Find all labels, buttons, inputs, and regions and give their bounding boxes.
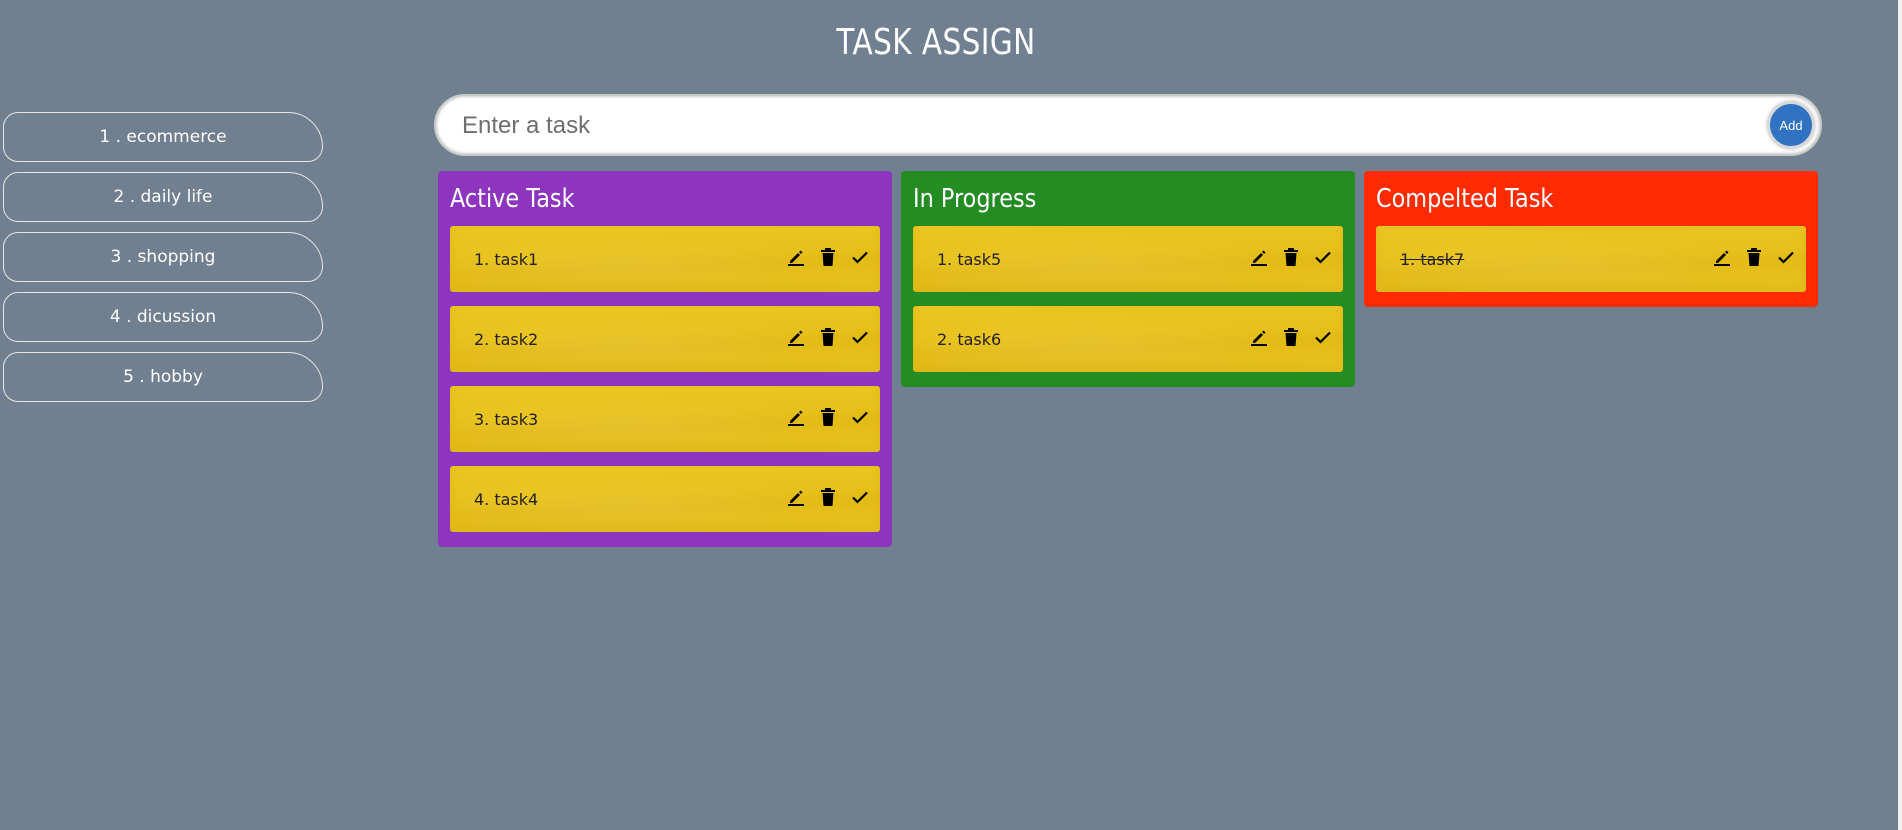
- task-label: 3. task3: [474, 410, 539, 429]
- trash-icon[interactable]: [816, 405, 840, 429]
- sidebar-item-label: 4 . dicussion: [109, 307, 217, 327]
- trash-icon[interactable]: [816, 245, 840, 269]
- task-label: 2. task2: [474, 330, 539, 349]
- page-title: TASK ASSIGN: [836, 22, 1036, 63]
- task-input[interactable]: [460, 106, 1724, 146]
- window-scrollbar[interactable]: [1898, 0, 1902, 830]
- check-icon[interactable]: [848, 325, 872, 349]
- edit-icon[interactable]: [784, 325, 808, 349]
- sidebar-item-label: 1 . ecommerce: [99, 127, 227, 147]
- task-actions: [784, 245, 872, 269]
- trash-icon[interactable]: [816, 325, 840, 349]
- edit-icon[interactable]: [1247, 245, 1271, 269]
- check-icon[interactable]: [1311, 325, 1335, 349]
- edit-icon[interactable]: [1710, 245, 1734, 269]
- sidebar: 1 . ecommerce 2 . daily life 3 . shoppin…: [3, 112, 323, 412]
- task-card: 2. task2: [450, 306, 880, 372]
- task-label: 2. task6: [937, 330, 1002, 349]
- task-actions: [1710, 245, 1798, 269]
- edit-icon[interactable]: [1247, 325, 1271, 349]
- column-completed-task: Compelted Task 1. task7: [1364, 171, 1818, 307]
- check-icon[interactable]: [848, 245, 872, 269]
- check-icon[interactable]: [848, 405, 872, 429]
- trash-icon[interactable]: [816, 485, 840, 509]
- sidebar-item-label: 5 . hobby: [123, 367, 203, 387]
- sidebar-item-label: 2 . daily life: [113, 187, 213, 207]
- task-label: 1. task7: [1400, 250, 1465, 269]
- task-card: 1. task1: [450, 226, 880, 292]
- trash-icon[interactable]: [1279, 245, 1303, 269]
- task-label: 4. task4: [474, 490, 539, 509]
- sidebar-item-dicussion[interactable]: 4 . dicussion: [3, 292, 323, 342]
- sidebar-item-shopping[interactable]: 3 . shopping: [3, 232, 323, 282]
- edit-icon[interactable]: [784, 485, 808, 509]
- sidebar-item-label: 3 . shopping: [110, 247, 216, 267]
- task-card: 1. task7: [1376, 226, 1806, 292]
- task-card: 3. task3: [450, 386, 880, 452]
- task-label: 1. task5: [937, 250, 1002, 269]
- column-title: In Progress: [913, 184, 1037, 214]
- column-title: Compelted Task: [1376, 184, 1554, 214]
- check-icon[interactable]: [848, 485, 872, 509]
- task-input-bar: Add: [434, 94, 1822, 156]
- task-actions: [784, 405, 872, 429]
- column-in-progress: In Progress 1. task5 2. task6: [901, 171, 1355, 387]
- check-icon[interactable]: [1774, 245, 1798, 269]
- task-actions: [1247, 325, 1335, 349]
- task-label: 1. task1: [474, 250, 539, 269]
- sidebar-item-daily-life[interactable]: 2 . daily life: [3, 172, 323, 222]
- edit-icon[interactable]: [784, 405, 808, 429]
- task-actions: [1247, 245, 1335, 269]
- task-actions: [784, 325, 872, 349]
- sidebar-item-ecommerce[interactable]: 1 . ecommerce: [3, 112, 323, 162]
- sidebar-item-hobby[interactable]: 5 . hobby: [3, 352, 323, 402]
- trash-icon[interactable]: [1279, 325, 1303, 349]
- check-icon[interactable]: [1311, 245, 1335, 269]
- task-card: 1. task5: [913, 226, 1343, 292]
- add-button[interactable]: Add: [1768, 102, 1814, 148]
- column-title: Active Task: [450, 184, 575, 214]
- column-active-task: Active Task 1. task1 2. task2 3. task3 4…: [438, 171, 892, 547]
- trash-icon[interactable]: [1742, 245, 1766, 269]
- task-actions: [784, 485, 872, 509]
- task-card: 2. task6: [913, 306, 1343, 372]
- edit-icon[interactable]: [784, 245, 808, 269]
- task-card: 4. task4: [450, 466, 880, 532]
